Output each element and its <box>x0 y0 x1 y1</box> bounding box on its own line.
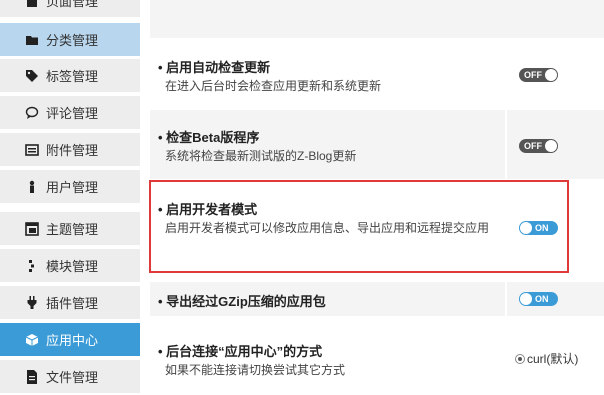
sidebar-item-label: 模块管理 <box>46 259 99 274</box>
radio-label: curl(默认) <box>527 352 579 366</box>
setting-desc: 如果不能连接请切换尝试其它方式 <box>165 363 346 377</box>
sidebar-item-tag[interactable]: 标签管理 <box>0 59 140 92</box>
setting-title: • 检查Beta版程序 <box>158 130 260 145</box>
setting-connect-method: • 后台连接“应用中心”的方式 如果不能连接请切换尝试其它方式 curl(默认) <box>150 318 604 395</box>
sidebar-item-attachment[interactable]: 附件管理 <box>0 133 140 166</box>
developer-mode-toggle[interactable]: ON <box>519 221 558 235</box>
sidebar-item-comment[interactable]: 评论管理 <box>0 96 140 129</box>
sidebar: 页面管理 分类管理 标签管理 评论管理 附件管理 用户管理 主题管理 模块管理 … <box>0 0 140 395</box>
setting-gzip: • 导出经过GZip压缩的应用包 ON <box>150 282 604 316</box>
cube-icon <box>24 332 40 348</box>
setting-auto-check: • 启用自动检查更新 在进入后台时会检查应用更新和系统更新 OFF <box>150 40 604 108</box>
sidebar-item-label: 分类管理 <box>46 33 99 48</box>
sidebar-item-label: 页面管理 <box>46 0 99 9</box>
sidebar-item-label: 用户管理 <box>46 180 99 195</box>
sidebar-item-label: 标签管理 <box>46 69 99 84</box>
toggle-label: OFF <box>524 70 542 80</box>
toggle-label: OFF <box>524 141 542 151</box>
attachment-icon <box>24 142 40 158</box>
sidebar-item-appcenter[interactable]: 应用中心 <box>0 323 140 356</box>
sidebar-item-module[interactable]: 模块管理 <box>0 249 140 282</box>
sidebar-item-label: 主题管理 <box>46 222 99 237</box>
setting-title: • 启用自动检查更新 <box>158 60 271 75</box>
gzip-toggle[interactable]: ON <box>519 292 558 306</box>
module-icon <box>24 258 40 274</box>
theme-icon <box>24 221 40 237</box>
toggle-label: ON <box>535 294 549 304</box>
file-icon <box>24 369 40 385</box>
toggle-knob <box>520 222 532 234</box>
sidebar-item-plugin[interactable]: 插件管理 <box>0 286 140 319</box>
sidebar-item-page[interactable]: 页面管理 <box>0 0 140 17</box>
plugin-icon <box>24 295 40 311</box>
toggle-label: ON <box>535 223 549 233</box>
setting-developer-mode: • 启用开发者模式 启用开发者模式可以修改应用信息、导出应用和远程提交应用 ON <box>150 181 604 280</box>
folder-icon <box>24 32 40 48</box>
sidebar-item-label: 评论管理 <box>46 106 99 121</box>
toggle-knob <box>545 69 557 81</box>
toggle-knob <box>520 293 532 305</box>
setting-title: • 导出经过GZip压缩的应用包 <box>158 294 326 309</box>
sidebar-gap <box>140 0 150 395</box>
sidebar-item-category[interactable]: 分类管理 <box>0 23 140 56</box>
sidebar-item-label: 附件管理 <box>46 143 99 158</box>
tag-icon <box>24 68 40 84</box>
sidebar-item-label: 插件管理 <box>46 296 99 311</box>
settings-header <box>150 0 604 38</box>
setting-desc: 启用开发者模式可以修改应用信息、导出应用和远程提交应用 <box>165 221 490 235</box>
settings-panel: • 启用自动检查更新 在进入后台时会检查应用更新和系统更新 OFF • 检查Be… <box>150 0 604 395</box>
toggle-knob <box>545 140 557 152</box>
beta-toggle[interactable]: OFF <box>519 139 558 153</box>
radio-button[interactable] <box>515 353 525 364</box>
sidebar-item-label: 文件管理 <box>46 370 99 385</box>
sidebar-item-theme[interactable]: 主题管理 <box>0 212 140 245</box>
comment-icon <box>24 105 40 121</box>
page-icon <box>24 0 40 9</box>
setting-title: • 启用开发者模式 <box>158 202 258 217</box>
setting-desc: 在进入后台时会检查应用更新和系统更新 <box>165 79 382 93</box>
connect-method-option[interactable]: curl(默认) <box>515 350 578 367</box>
sidebar-item-user[interactable]: 用户管理 <box>0 170 140 203</box>
sidebar-item-label: 应用中心 <box>46 333 99 348</box>
setting-beta: • 检查Beta版程序 系统将检查最新测试版的Z-Blog更新 OFF <box>150 110 604 179</box>
setting-title: • 后台连接“应用中心”的方式 <box>158 344 323 359</box>
auto-check-toggle[interactable]: OFF <box>519 68 558 82</box>
user-icon <box>24 179 40 195</box>
sidebar-item-file[interactable]: 文件管理 <box>0 360 140 393</box>
setting-desc: 系统将检查最新测试版的Z-Blog更新 <box>165 149 357 163</box>
